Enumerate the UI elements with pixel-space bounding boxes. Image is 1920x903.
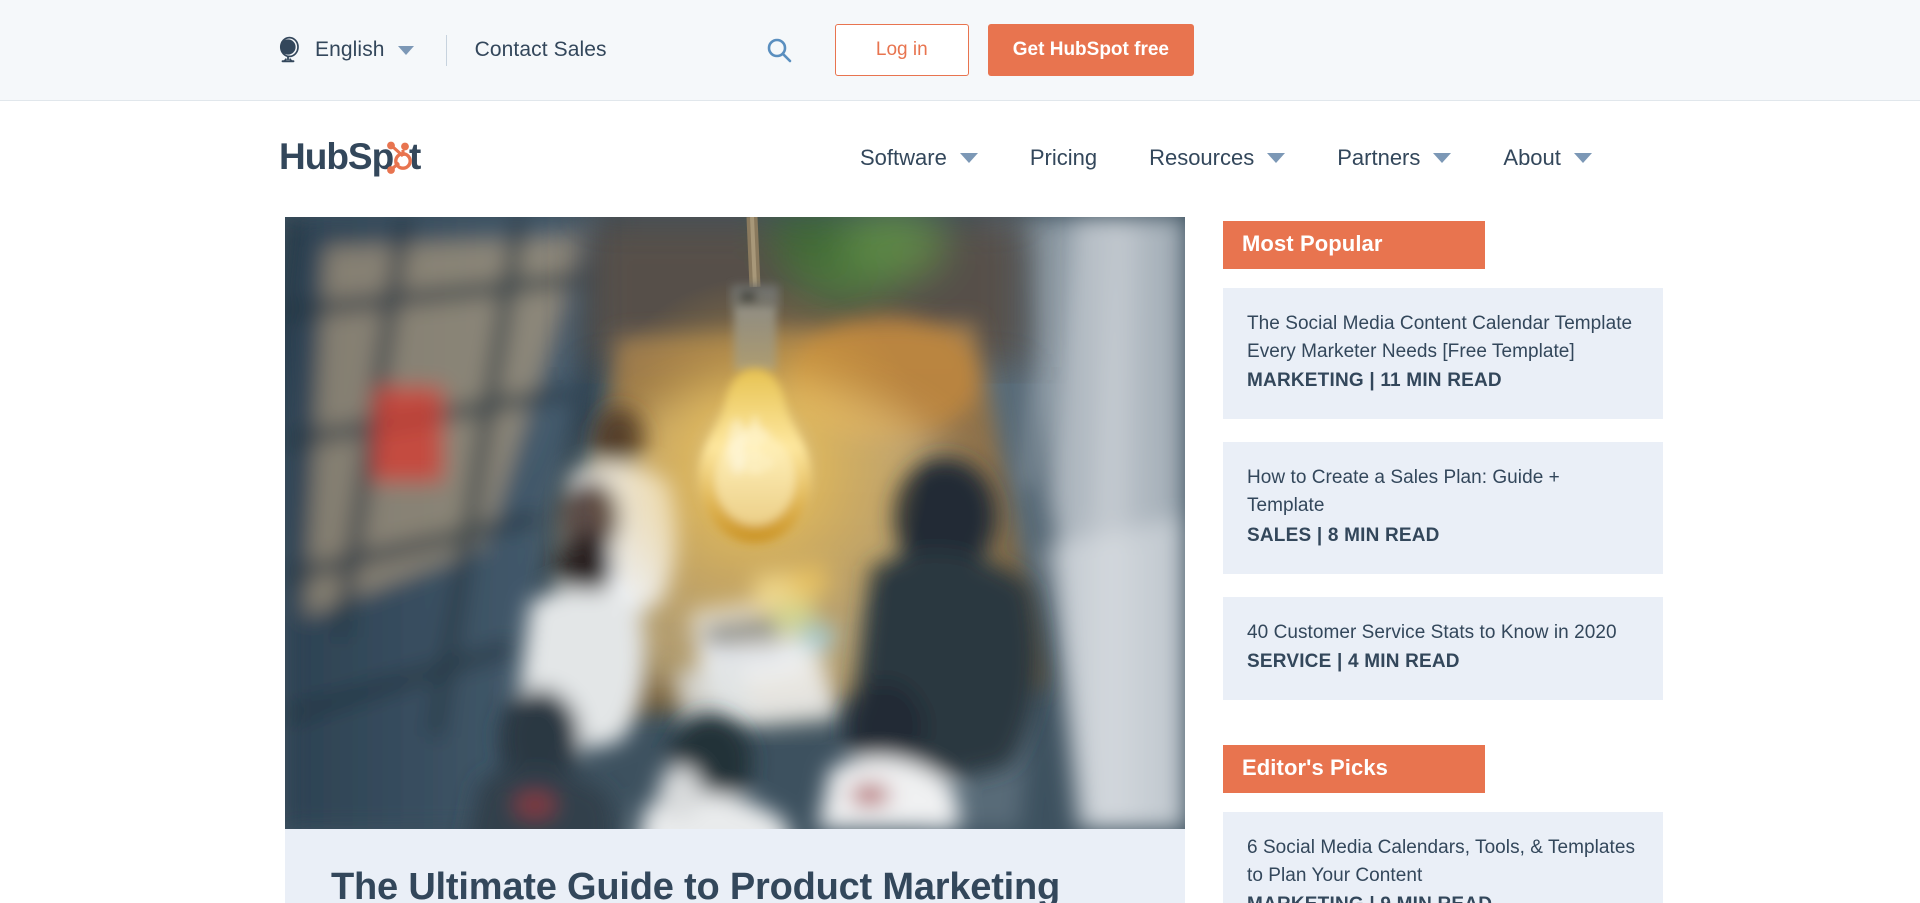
featured-article-image[interactable] [285,217,1185,829]
main-navigation: HubSp t Software Pricing Resources Partn [0,101,1920,214]
nav-item-label: Resources [1149,144,1255,170]
chevron-down-icon [959,152,978,163]
get-hubspot-free-button[interactable]: Get HubSpot free [987,24,1194,76]
globe-icon [277,36,303,64]
page-content: The Ultimate Guide to Product Marketing … [0,214,1920,903]
featured-article: The Ultimate Guide to Product Marketing [285,217,1185,903]
section-heading-most-popular: Most Popular [1223,221,1485,269]
nav-item-partners[interactable]: Partners [1337,144,1452,171]
nav-item-about[interactable]: About [1503,145,1592,171]
nav-links: Software Pricing Resources Partners Abou… [860,145,1592,171]
login-button[interactable]: Log in [834,24,969,76]
card-title: 40 Customer Service Stats to Know in 202… [1247,621,1617,643]
topbar-right-group: Log in Get HubSpot free [765,24,1194,76]
contact-sales-link[interactable]: Contact Sales [475,38,607,62]
nav-item-resources[interactable]: Resources [1149,144,1286,171]
utility-topbar: English Contact Sales Log in Get HubSpot… [0,0,1920,101]
card-meta: MARKETING | 11 MIN READ [1247,370,1502,392]
chevron-down-icon [1267,152,1286,163]
topbar-left-group: English Contact Sales [277,34,607,66]
section-heading-editors-picks: Editor's Picks [1223,744,1485,793]
nav-item-label: Partners [1337,144,1421,170]
list-item[interactable]: 6 Social Media Calendars, Tools, & Templ… [1223,811,1663,903]
hubspot-logo[interactable]: HubSp t [279,137,479,179]
nav-item-pricing[interactable]: Pricing [1030,145,1097,171]
nav-item-software[interactable]: Software [860,145,978,171]
card-meta: SERVICE | 4 MIN READ [1247,650,1460,672]
list-item[interactable]: How to Create a Sales Plan: Guide + Temp… [1223,442,1663,574]
chevron-down-icon [1433,152,1452,163]
language-label[interactable]: English [315,38,385,62]
sidebar: Most Popular The Social Media Content Ca… [1223,217,1663,903]
nav-item-label: About [1503,144,1561,170]
search-icon[interactable] [765,36,793,64]
nav-item-label: Software [860,144,947,170]
nav-item-label: Pricing [1029,144,1098,170]
card-meta: SALES | 8 MIN READ [1247,524,1440,546]
card-title: How to Create a Sales Plan: Guide + Temp… [1247,467,1560,517]
chevron-down-icon[interactable] [397,45,414,55]
featured-article-title[interactable]: The Ultimate Guide to Product Marketing [331,863,1139,903]
chevron-down-icon [1573,152,1592,163]
card-meta: MARKETING | 9 MIN READ [1247,891,1639,903]
card-title: 6 Social Media Calendars, Tools, & Templ… [1247,836,1636,886]
card-title: The Social Media Content Calendar Templa… [1247,313,1633,363]
featured-article-caption: The Ultimate Guide to Product Marketing [285,829,1185,903]
topbar-divider [445,34,447,66]
svg-text:HubSp: HubSp [279,137,394,177]
list-item[interactable]: 40 Customer Service Stats to Know in 202… [1223,596,1663,700]
list-item[interactable]: The Social Media Content Calendar Templa… [1223,288,1663,420]
